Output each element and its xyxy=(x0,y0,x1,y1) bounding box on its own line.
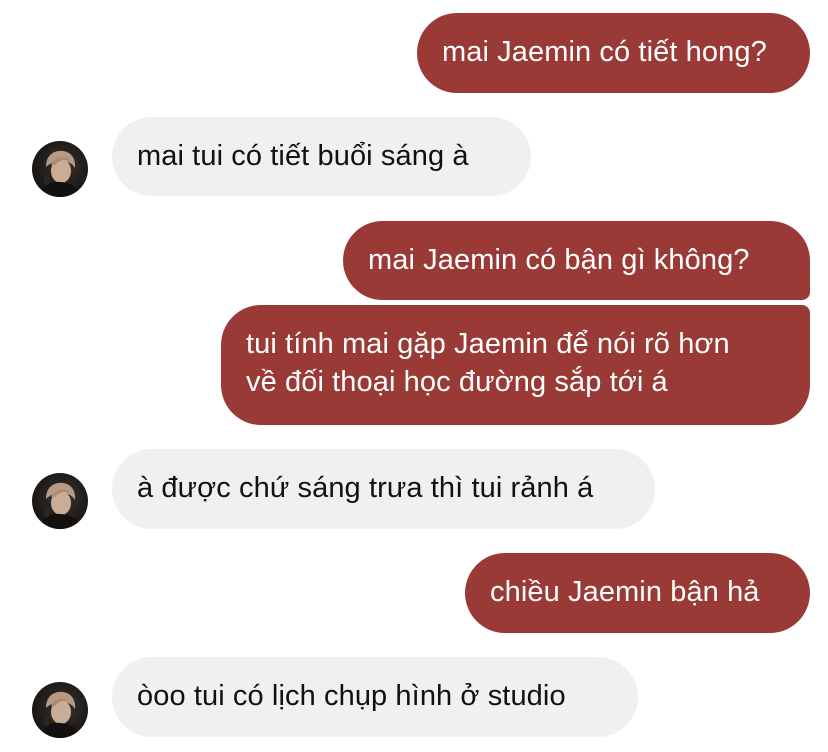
message-bubble-outgoing[interactable]: mai Jaemin có tiết hong? xyxy=(417,13,810,93)
avatar-photo-icon xyxy=(40,691,81,738)
message-text: mai Jaemin có tiết hong? xyxy=(442,36,767,68)
contact-avatar[interactable] xyxy=(32,682,88,738)
message-text: mai Jaemin có bận gì không? xyxy=(368,244,750,276)
avatar-photo-icon xyxy=(40,150,81,197)
avatar-photo-icon xyxy=(40,482,81,529)
chat-thread: mai Jaemin có tiết hong? mai tui có tiết… xyxy=(0,0,828,752)
message-bubble-incoming[interactable]: òoo tui có lịch chụp hình ở studio xyxy=(112,657,638,737)
message-bubble-incoming[interactable]: à được chứ sáng trưa thì tui rảnh á xyxy=(112,449,655,529)
message-bubble-outgoing[interactable]: tui tính mai gặp Jaemin để nói rõ hơn về… xyxy=(221,305,810,425)
message-text: chiều Jaemin bận hả xyxy=(490,576,760,608)
message-bubble-outgoing[interactable]: chiều Jaemin bận hả xyxy=(465,553,810,633)
message-text: òoo tui có lịch chụp hình ở studio xyxy=(137,680,566,712)
contact-avatar[interactable] xyxy=(32,473,88,529)
message-text-line: tui tính mai gặp Jaemin để nói rõ hơn xyxy=(246,328,730,360)
message-text: à được chứ sáng trưa thì tui rảnh á xyxy=(137,472,594,504)
message-bubble-outgoing[interactable]: mai Jaemin có bận gì không? xyxy=(343,221,810,300)
contact-avatar[interactable] xyxy=(32,141,88,197)
message-text-line: về đối thoại học đường sắp tới á xyxy=(246,366,668,398)
message-bubble-incoming[interactable]: mai tui có tiết buổi sáng à xyxy=(112,117,531,196)
message-text: mai tui có tiết buổi sáng à xyxy=(137,140,469,172)
